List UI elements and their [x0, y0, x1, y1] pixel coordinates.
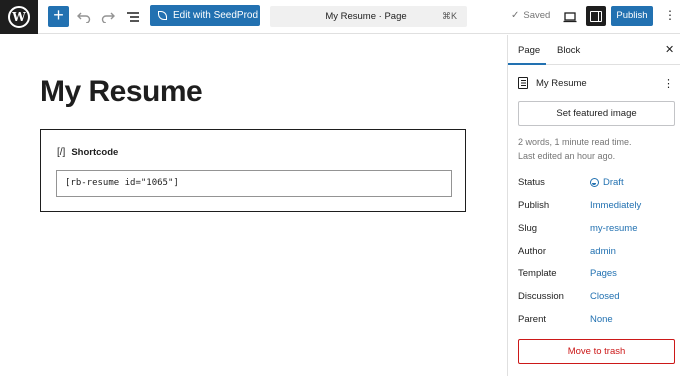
command-palette-button[interactable]: My Resume · Page ⌘K — [270, 6, 467, 27]
draft-status-icon — [590, 178, 599, 187]
tab-block[interactable]: Block — [557, 45, 580, 56]
shortcode-block-label: [/] Shortcode — [57, 147, 118, 158]
template-label: Template — [518, 268, 557, 279]
publish-label: Publish — [518, 200, 550, 211]
shortcode-icon: [/] — [57, 147, 66, 158]
publish-button[interactable]: Publish — [611, 6, 653, 26]
wordpress-logo[interactable]: W — [0, 0, 38, 34]
shortcode-input[interactable]: [rb-resume id="1065"] — [56, 170, 452, 197]
document-overview-icon[interactable] — [123, 7, 143, 27]
word-count: 2 words, 1 minute read time. — [518, 137, 632, 147]
redo-icon[interactable] — [98, 7, 118, 27]
saved-status: ✓ Saved — [511, 10, 550, 21]
template-value[interactable]: Pages — [590, 268, 617, 279]
page-title[interactable]: My Resume — [40, 75, 203, 109]
seedprod-leaf-icon — [158, 11, 167, 20]
preview-desktop-icon[interactable] — [560, 7, 580, 27]
status-label: Status — [518, 177, 545, 188]
settings-sidebar: Page Block ✕ My Resume ⋮ Set featured im… — [507, 35, 680, 376]
editor-canvas: My Resume [/] Shortcode [rb-resume id="1… — [0, 35, 507, 376]
document-title: My Resume · Page — [325, 11, 407, 22]
undo-icon[interactable] — [74, 7, 94, 27]
edit-with-seedprod-button[interactable]: Edit with SeedProd — [150, 5, 260, 26]
author-value[interactable]: admin — [590, 246, 616, 257]
author-label: Author — [518, 246, 546, 257]
status-text: Draft — [603, 177, 624, 188]
shortcut-hint: ⌘K — [441, 11, 457, 21]
active-tab-indicator — [508, 63, 546, 65]
slug-label: Slug — [518, 223, 538, 234]
set-featured-image-button[interactable]: Set featured image — [518, 101, 675, 126]
saved-label: Saved — [523, 10, 551, 21]
document-name: My Resume — [536, 77, 587, 89]
sidebar-icon — [590, 10, 602, 22]
options-menu-icon[interactable]: ⋮ — [664, 8, 676, 22]
sidebar-tabs: Page Block ✕ — [508, 35, 680, 65]
publish-value[interactable]: Immediately — [590, 200, 641, 211]
seedprod-label: Edit with SeedProd — [173, 10, 259, 21]
page-icon — [518, 77, 528, 89]
discussion-label: Discussion — [518, 291, 564, 302]
document-actions-icon[interactable]: ⋮ — [663, 77, 674, 90]
last-edited: Last edited an hour ago. — [518, 151, 616, 161]
settings-sidebar-toggle[interactable] — [586, 6, 606, 26]
check-icon: ✓ — [511, 10, 520, 21]
discussion-value[interactable]: Closed — [590, 291, 620, 302]
tab-page[interactable]: Page — [518, 45, 540, 56]
shortcode-label: Shortcode — [71, 147, 119, 158]
move-to-trash-button[interactable]: Move to trash — [518, 339, 675, 364]
wordpress-icon: W — [8, 6, 30, 28]
editor-topbar: W + Edit with SeedProd My Resume · Page … — [0, 0, 680, 34]
slug-value[interactable]: my-resume — [590, 223, 638, 234]
parent-label: Parent — [518, 314, 546, 325]
close-icon[interactable]: ✕ — [665, 43, 674, 56]
document-summary: My Resume — [518, 77, 587, 89]
status-value[interactable]: Draft — [590, 177, 624, 188]
add-block-button[interactable]: + — [48, 6, 69, 27]
parent-value[interactable]: None — [590, 314, 613, 325]
shortcode-block[interactable]: [/] Shortcode [rb-resume id="1065"] — [40, 129, 466, 212]
